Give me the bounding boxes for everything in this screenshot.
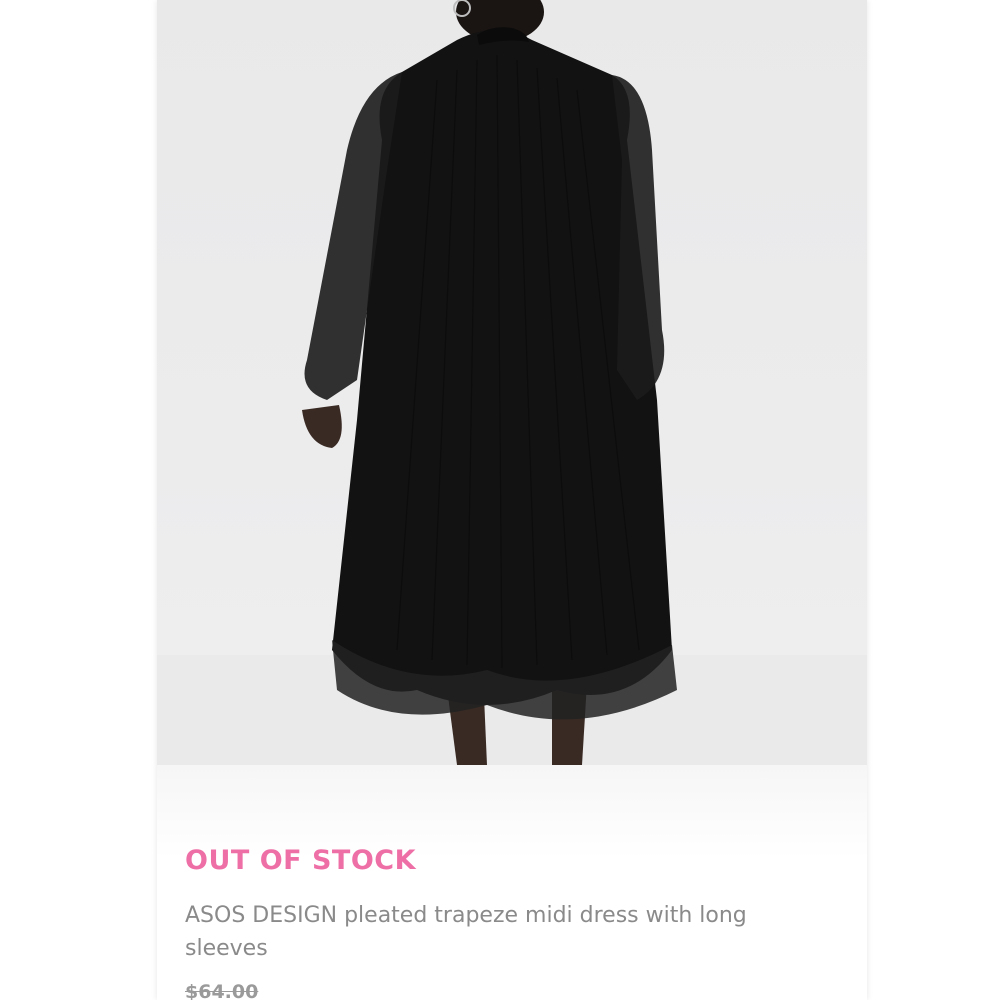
page: OUT OF STOCK ASOS DESIGN pleated trapeze…: [0, 0, 1000, 1000]
product-info: OUT OF STOCK ASOS DESIGN pleated trapeze…: [157, 765, 867, 1000]
product-card[interactable]: OUT OF STOCK ASOS DESIGN pleated trapeze…: [157, 0, 867, 1000]
stock-status-label: OUT OF STOCK: [185, 845, 417, 876]
product-name-link[interactable]: ASOS DESIGN pleated trapeze midi dress w…: [185, 899, 785, 965]
dress-illustration: [157, 0, 867, 765]
product-price: $64.00: [185, 981, 259, 1000]
product-image[interactable]: [157, 0, 867, 765]
